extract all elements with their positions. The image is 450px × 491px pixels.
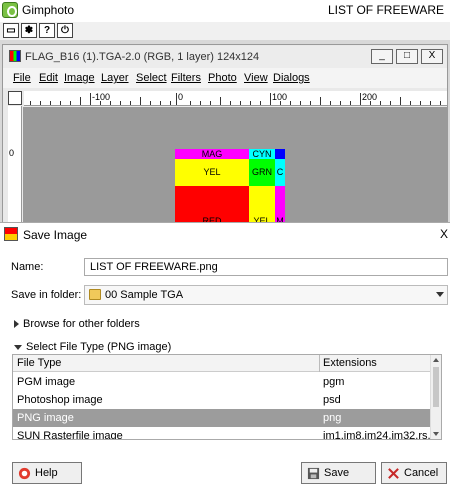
save-in-folder-dropdown[interactable]: 00 Sample TGA	[84, 285, 448, 305]
menu-file[interactable]: File	[13, 72, 31, 84]
table-header: File Type Extensions	[13, 355, 431, 372]
table-row[interactable]: Photoshop image psd	[13, 391, 431, 409]
close-window-button[interactable]: X	[421, 49, 443, 64]
menu-dialogs[interactable]: Dialogs	[273, 72, 310, 84]
file-type-table: File Type Extensions PGM image pgm Photo…	[12, 354, 442, 440]
extension-cell: psd	[323, 394, 341, 406]
window-list-icon[interactable]: ▭	[3, 23, 19, 38]
window-caption: LIST OF FREEWARE	[327, 3, 444, 17]
maximize-button[interactable]: □	[396, 49, 418, 64]
dialog-title: Save Image	[23, 228, 88, 242]
table-scrollbar[interactable]	[430, 355, 441, 439]
horizontal-ruler: -100 0 100 200	[24, 91, 447, 106]
app-titlebar: Gimphoto LIST OF FREEWARE	[0, 0, 450, 22]
floppy-disk-icon	[307, 467, 320, 480]
file-type-cell: PGM image	[17, 376, 76, 388]
canvas[interactable]: MAG CYN YEL GRN C RED YEL M	[23, 107, 448, 230]
file-type-cell: SUN Rasterfile image	[17, 430, 123, 440]
extension-cell: pgm	[323, 376, 345, 388]
image-window-title: FLAG_B16 (1).TGA-2.0 (RGB, 1 layer) 124x…	[25, 51, 260, 63]
menu-select[interactable]: Select	[136, 72, 167, 84]
image-cell-yellow: YEL	[175, 159, 249, 186]
gimp-dialog-icon	[4, 227, 18, 241]
save-button[interactable]: Save	[301, 462, 376, 484]
menu-view[interactable]: View	[244, 72, 268, 84]
cancel-button-label: Cancel	[404, 467, 439, 479]
image-cell-blue	[275, 149, 285, 159]
file-type-cell: Photoshop image	[17, 394, 103, 406]
save-in-folder-label: Save in folder:	[11, 289, 82, 301]
column-header-extensions[interactable]: Extensions	[323, 357, 377, 369]
table-row[interactable]: PGM image pgm	[13, 373, 431, 391]
image-cell-magenta: MAG	[175, 149, 249, 159]
ruler-corner-button[interactable]	[8, 91, 22, 105]
ruler-label: 0	[9, 148, 15, 158]
table-row-selected[interactable]: PNG image png	[13, 409, 431, 427]
filename-input[interactable]: LIST OF FREEWARE.png	[84, 258, 448, 276]
extension-cell: png	[323, 412, 342, 424]
minimize-button[interactable]: _	[371, 49, 393, 64]
help-button[interactable]: Help	[12, 462, 82, 484]
image-cell-green: GRN	[249, 159, 275, 186]
table-row[interactable]: SUN Rasterfile image im1,im8,im24,im32,r…	[13, 427, 441, 440]
image-window-titlebar: FLAG_B16 (1).TGA-2.0 (RGB, 1 layer) 124x…	[3, 46, 447, 68]
browse-folders-label: Browse for other folders	[23, 318, 140, 330]
browse-folders-expander[interactable]: Browse for other folders	[14, 318, 140, 330]
menu-edit[interactable]: Edit	[39, 72, 58, 84]
image-thumbnail-icon	[9, 50, 21, 62]
menubar: File Edit Image Layer Select Filters Pho…	[3, 68, 447, 88]
ruler-label: 0	[178, 92, 184, 102]
expand-arrow-icon	[14, 320, 19, 329]
column-header-file-type[interactable]: File Type	[17, 357, 61, 369]
menu-filters[interactable]: Filters	[171, 72, 201, 84]
extension-cell: im1,im8,im24,im32,rs,ras	[323, 430, 442, 440]
scroll-up-icon[interactable]	[433, 358, 439, 362]
app-title: Gimphoto	[22, 3, 75, 17]
menu-photo[interactable]: Photo	[208, 72, 237, 84]
file-type-label: Select File Type (PNG image)	[26, 341, 172, 353]
image-cell-cyan: CYN	[249, 149, 275, 159]
save-button-label: Save	[324, 467, 350, 479]
dialog-titlebar: Save Image X	[0, 223, 450, 245]
folder-icon	[89, 289, 101, 300]
gimphoto-logo-icon	[2, 2, 18, 18]
chevron-down-icon	[436, 292, 444, 297]
paw-icon[interactable]: ✽	[21, 23, 37, 38]
menu-image[interactable]: Image	[64, 72, 95, 84]
collapse-arrow-icon	[14, 344, 22, 350]
dialog-close-button[interactable]: X	[440, 227, 448, 241]
name-label: Name:	[11, 261, 44, 273]
cancel-x-icon	[388, 468, 399, 479]
cancel-button[interactable]: Cancel	[381, 462, 447, 484]
folder-value: 00 Sample TGA	[105, 289, 184, 301]
file-type-expander[interactable]: Select File Type (PNG image)	[14, 341, 171, 353]
scroll-thumb[interactable]	[433, 367, 439, 407]
app-toolbar: ▭ ✽ ? ⏻	[0, 22, 450, 40]
file-type-cell: PNG image	[17, 412, 74, 424]
vertical-ruler: 0	[8, 106, 22, 230]
save-image-dialog: Save Image X Name: LIST OF FREEWARE.png …	[0, 222, 450, 491]
power-icon[interactable]: ⏻	[57, 23, 73, 38]
lifebuoy-icon	[18, 467, 31, 480]
scroll-down-icon[interactable]	[433, 432, 439, 436]
help-button-label: Help	[35, 467, 58, 479]
menu-layer[interactable]: Layer	[101, 72, 129, 84]
help-icon[interactable]: ?	[39, 23, 55, 38]
ruler-label: -100	[92, 92, 111, 102]
image-cell-cyan-2: C	[275, 159, 285, 186]
